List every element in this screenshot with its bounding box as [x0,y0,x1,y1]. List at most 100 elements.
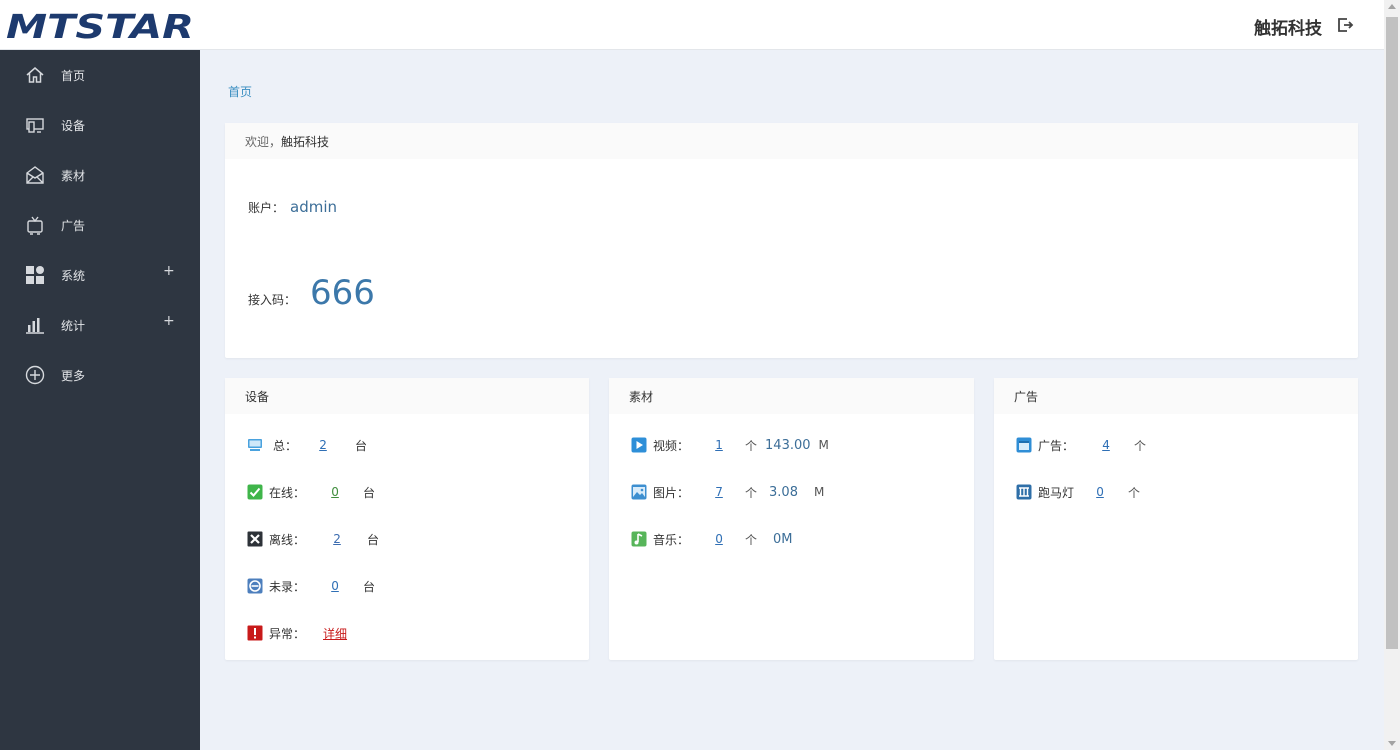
mtstar-logo[interactable]: MTSTAR [4,8,198,42]
marquee-label: 跑马灯 [1038,485,1075,500]
marquee-count-row: 跑马灯 0 个 [1016,482,1140,502]
abnormal-detail-link[interactable]: 详细 [323,625,347,642]
material-video-label: 视频： [653,438,690,453]
tv-icon [27,216,43,235]
sidebar-item-label: 首页 [61,68,86,83]
ad-count-row: 广告： 4 个 [1016,435,1146,455]
device-online-value[interactable]: 0 [323,485,347,499]
sidebar-item-label: 设备 [61,118,86,133]
device-online-label: 在线： [269,485,306,500]
sidebar-item-more[interactable]: 更多 [0,350,200,400]
material-video-unit: 个 [745,438,758,453]
sidebar-item-label: 统计 [61,318,86,333]
sidebar-item-home[interactable]: 首页 [0,50,200,100]
ads-card: 广告 广告： 4 个 跑马灯 0 个 [994,378,1358,660]
devices-card-title: 设备 [225,378,589,414]
material-video-count[interactable]: 1 [709,438,729,452]
top-header: MTSTAR 触拓科技 [0,0,1384,50]
marquee-icon [1016,484,1032,500]
device-offline-row: 离线： 2 台 [247,529,379,549]
device-icon [26,118,44,133]
minus-circle-icon [247,578,263,594]
image-icon [631,484,647,500]
sidebar-item-materials[interactable]: 素材 [0,150,200,200]
device-abnormal-label: 异常： [269,626,306,641]
company-name: 触拓科技 [1254,19,1322,39]
ad-count-value[interactable]: 4 [1096,438,1116,452]
welcome-header: 欢迎， 触拓科技 [225,123,1358,159]
material-video-size-unit: M [818,438,829,452]
marquee-count-value[interactable]: 0 [1090,485,1110,499]
sidebar: 首页 设备 素材 广告 系统 + 统计 + 更多 [0,50,200,750]
access-code-row: 接入码： 666 [248,273,375,313]
marquee-count-unit: 个 [1128,485,1141,500]
device-unregistered-value[interactable]: 0 [323,579,347,593]
device-offline-value[interactable]: 2 [325,532,349,546]
scroll-thumb[interactable] [1386,17,1398,649]
material-image-unit: 个 [745,485,758,500]
material-image-size: 3.08 [769,484,798,500]
material-music-label: 音乐： [653,532,690,547]
material-image-count[interactable]: 7 [709,485,729,499]
expand-plus-icon[interactable]: + [163,313,175,329]
material-music-count[interactable]: 0 [709,532,729,546]
warning-icon [247,625,263,641]
account-value: admin [290,198,338,216]
sidebar-item-ads[interactable]: 广告 [0,200,200,250]
ad-count-label: 广告： [1038,438,1075,453]
sidebar-item-label: 广告 [61,218,86,233]
material-icon [26,166,44,184]
device-unregistered-label: 未录： [269,579,306,594]
sidebar-item-system[interactable]: 系统 + [0,250,200,300]
sidebar-item-label: 系统 [61,268,86,283]
sidebar-item-stats[interactable]: 统计 + [0,300,200,350]
materials-card-title: 素材 [609,378,974,414]
device-unregistered-row: 未录： 0 台 [247,576,375,596]
device-unregistered-unit: 台 [363,579,376,594]
materials-card: 素材 视频： 1 个 143.00 M 图片： 7 个 3.08 M 音乐： 0… [609,378,974,660]
ad-count-unit: 个 [1134,438,1147,453]
material-music-unit: 个 [745,532,758,547]
monitor-icon [248,439,262,451]
sidebar-item-label: 素材 [61,168,86,183]
main-content: 首页 欢迎， 触拓科技 账户： admin 接入码： 666 设备 总： 2 台 [200,50,1384,750]
material-image-size-unit: M [813,485,825,499]
ad-window-icon [1016,437,1032,453]
bar-chart-icon [26,318,44,334]
account-label: 账户： [248,201,285,215]
cross-icon [247,531,263,547]
logo-text: MTSTAR [6,8,194,42]
music-note-icon [631,531,647,547]
device-total-label: 总： [273,438,298,453]
material-image-row: 图片： 7 个 3.08 M [631,482,824,502]
material-image-label: 图片： [653,485,690,500]
account-row: 账户： admin [248,198,337,216]
sidebar-item-devices[interactable]: 设备 [0,100,200,150]
device-total-row: 总： 2 台 [247,435,367,455]
material-music-row: 音乐： 0 个 0M [631,529,793,549]
devices-card: 设备 总： 2 台 在线： 0 台 离线： 2 台 未录： 0 台 异常： 详细 [225,378,589,660]
sidebar-item-label: 更多 [61,368,86,383]
device-offline-unit: 台 [367,532,380,547]
check-icon [247,484,263,500]
logout-icon[interactable] [1336,16,1354,34]
device-online-row: 在线： 0 台 [247,482,375,502]
plus-circle-icon [25,365,45,385]
home-icon [26,67,44,83]
device-abnormal-row: 异常： 详细 [247,623,347,643]
welcome-name: 触拓科技 [281,134,330,149]
access-code-label: 接入码： [248,293,297,307]
welcome-greeting: 欢迎， [245,134,282,149]
grid-icon [26,266,44,284]
page-scrollbar[interactable] [1384,0,1400,750]
material-music-size: 0M [773,531,793,547]
scroll-up-arrow[interactable] [1388,4,1396,9]
ads-card-title: 广告 [994,378,1358,414]
device-total-value[interactable]: 2 [311,438,335,452]
breadcrumb-home[interactable]: 首页 [228,83,252,100]
scroll-down-arrow[interactable] [1388,741,1396,746]
material-video-row: 视频： 1 个 143.00 M [631,435,829,455]
access-code-value: 666 [310,273,375,313]
device-online-unit: 台 [363,485,376,500]
expand-plus-icon[interactable]: + [163,263,175,279]
